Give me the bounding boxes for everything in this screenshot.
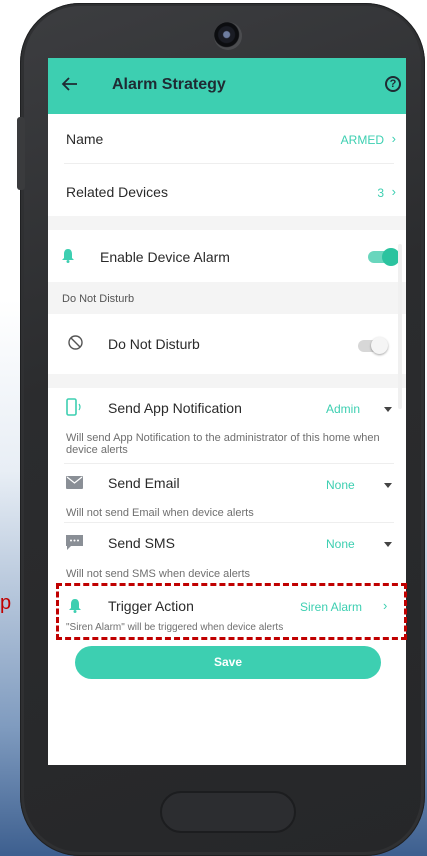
app-notification-label: Send App Notification — [108, 400, 242, 416]
trigger-action-highlight-box — [56, 583, 407, 640]
email-label: Send Email — [108, 475, 180, 491]
name-value: ARMED — [340, 133, 384, 147]
sms-row[interactable]: Send SMS None Will not send SMS when dev… — [48, 523, 406, 581]
app-notification-description: Will send App Notification to the admini… — [66, 432, 380, 456]
name-label: Name — [66, 131, 104, 147]
scrollbar[interactable] — [398, 244, 402, 409]
email-description: Will not send Email when device alerts — [66, 507, 254, 519]
phone-notification-icon — [66, 398, 81, 416]
dropdown-arrow-icon — [384, 483, 392, 488]
app-header: Alarm Strategy ? — [48, 58, 406, 114]
enable-alarm-row: Enable Device Alarm — [48, 230, 406, 280]
app-notification-value: Admin — [326, 402, 361, 416]
chevron-right-icon: › — [391, 131, 396, 146]
email-row[interactable]: Send Email None Will not send Email when… — [48, 464, 406, 522]
name-row[interactable]: Name ARMED › — [48, 114, 406, 164]
dnd-row: Do Not Disturb — [48, 316, 406, 372]
related-devices-label: Related Devices — [66, 184, 168, 200]
chevron-right-icon: › — [391, 184, 396, 199]
app-screen: Alarm Strategy ? Name ARMED › Related De… — [48, 58, 406, 765]
email-icon — [66, 476, 83, 489]
dnd-section-header: Do Not Disturb — [48, 282, 406, 314]
sms-label: Send SMS — [108, 535, 175, 551]
dropdown-arrow-icon — [384, 542, 392, 547]
section-gap — [48, 216, 406, 230]
home-button[interactable] — [160, 791, 296, 833]
bell-icon — [62, 249, 74, 263]
prohibited-icon — [68, 335, 83, 350]
dnd-label: Do Not Disturb — [108, 336, 200, 352]
dnd-section-label: Do Not Disturb — [62, 293, 135, 305]
related-devices-value: 3 — [377, 186, 384, 200]
section-gap — [48, 374, 406, 388]
app-notification-row[interactable]: Send App Notification Admin Will send Ap… — [48, 388, 406, 463]
dnd-toggle[interactable] — [358, 337, 388, 354]
arrow-left-icon[interactable] — [60, 74, 80, 94]
sms-description: Will not send SMS when device alerts — [66, 568, 251, 580]
save-button[interactable]: Save — [75, 646, 381, 679]
enable-alarm-toggle[interactable] — [368, 248, 400, 266]
camera-icon — [214, 22, 242, 50]
sms-value: None — [326, 537, 355, 551]
annotation-text: p — [0, 592, 12, 614]
related-devices-row[interactable]: Related Devices 3 › — [48, 164, 406, 214]
toggle-knob — [371, 337, 388, 354]
sms-icon — [66, 535, 83, 550]
page-title: Alarm Strategy — [112, 76, 226, 93]
question-circle-icon[interactable]: ? — [385, 76, 401, 92]
dropdown-arrow-icon — [384, 407, 392, 412]
enable-alarm-label: Enable Device Alarm — [100, 249, 230, 265]
phone-side-button — [17, 117, 25, 190]
email-value: None — [326, 478, 355, 492]
